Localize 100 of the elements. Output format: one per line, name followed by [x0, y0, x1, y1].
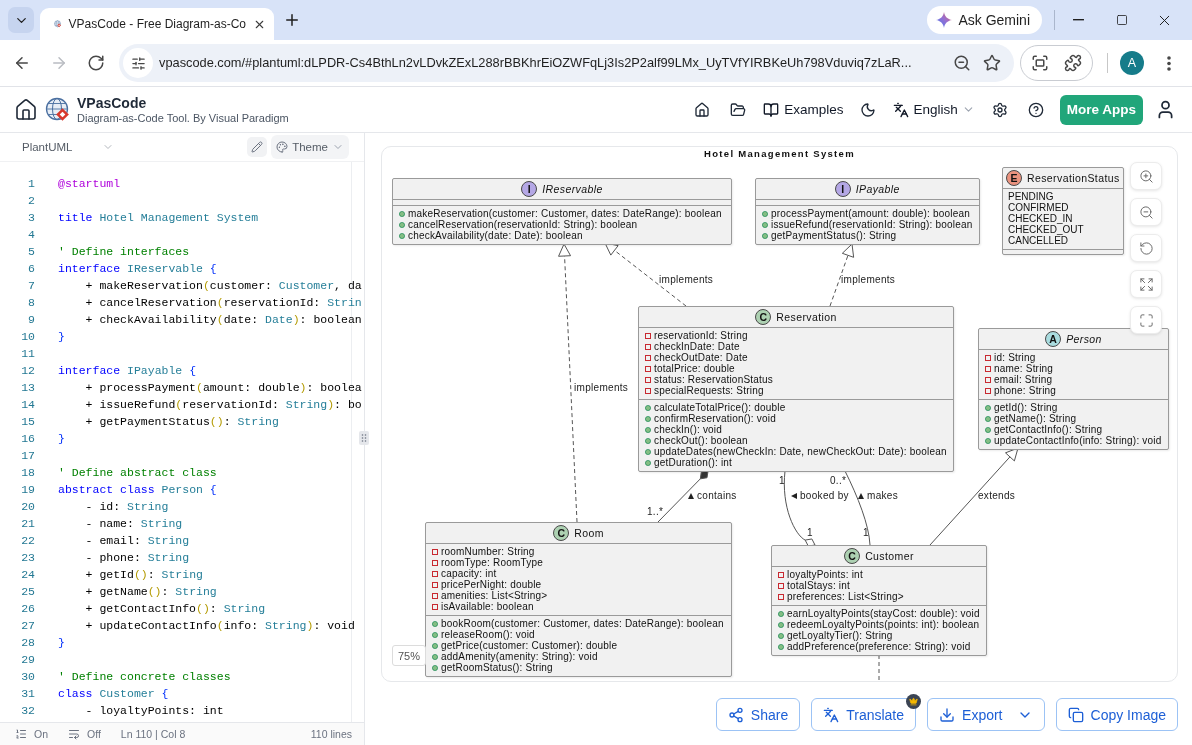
square-marker-icon: [985, 376, 991, 383]
zoom-out-button[interactable]: [1130, 198, 1162, 226]
download-icon: [939, 706, 956, 723]
code-line: ' Define concrete classes: [58, 670, 231, 683]
dot-marker-icon: [762, 232, 768, 239]
language-button[interactable]: English: [890, 95, 978, 124]
stereotype-badge: I: [521, 181, 538, 197]
class-member: updateDates(newCheckIn: Date, newCheckOut: Date): boolean: [654, 446, 947, 457]
square-marker-icon: [645, 354, 651, 361]
line-number: 8: [28, 296, 35, 309]
zoom-in-icon: [1138, 168, 1154, 184]
dot-marker-icon: [778, 632, 784, 639]
line-number: 26: [21, 602, 35, 615]
translate-icon: [893, 101, 910, 118]
stereotype-badge: C: [844, 548, 861, 564]
theme-button[interactable]: Theme: [271, 135, 349, 159]
palette-icon: [276, 141, 289, 153]
line-number: 32: [21, 704, 35, 717]
line-number: 4: [28, 228, 35, 241]
dot-marker-icon: [432, 664, 438, 671]
copy-image-button[interactable]: Copy Image: [1055, 698, 1178, 731]
line-number: 12: [21, 364, 35, 377]
grip-icon[interactable]: [359, 431, 369, 445]
square-marker-icon: [778, 571, 784, 578]
class-member: cancelReservation(reservationId: String): boolean: [408, 219, 638, 230]
dot-marker-icon: [985, 426, 991, 433]
settings-icon: [991, 101, 1008, 118]
code-line: ' Define interfaces: [58, 245, 190, 258]
edge-label: implements: [574, 382, 629, 394]
line-number: 9: [28, 313, 35, 326]
dot-marker-icon: [778, 643, 784, 650]
class-member: checkIn(): void: [654, 424, 723, 435]
sparkle-icon: [936, 12, 953, 28]
word-wrap-toggle[interactable]: Off: [68, 728, 101, 740]
class-member: checkOutDate: Date: [654, 352, 748, 363]
site-info-button[interactable]: [123, 48, 153, 78]
reload-icon: [87, 54, 105, 72]
fit-button[interactable]: [1130, 270, 1162, 298]
edge-label: contains: [697, 490, 737, 502]
code-line: - phone: String: [84, 551, 190, 564]
class-member: getLoyaltyTier(): String: [787, 630, 893, 641]
square-marker-icon: [645, 376, 651, 383]
square-marker-icon: [645, 343, 651, 350]
class-member: totalStays: int: [787, 580, 851, 591]
help-icon: [1027, 101, 1044, 118]
line-number: 25: [21, 585, 35, 598]
line-number: 14: [21, 398, 35, 411]
class-member: roomNumber: String: [441, 546, 535, 557]
browser-tab[interactable]: VPasCode - Free Diagram-as-Co: [40, 8, 274, 40]
edge-label: makes: [867, 490, 898, 502]
direction-arrow-icon: [688, 493, 694, 499]
line-number: 24: [21, 568, 35, 581]
line-number: 16: [21, 432, 35, 445]
code-line: + cancelReservation(reservationId: Strin: [84, 296, 362, 309]
class-member: addPreference(preference: String): void: [787, 641, 971, 652]
class-member: name: String: [994, 363, 1054, 374]
line-number: 2: [28, 194, 35, 207]
line-number: 31: [21, 687, 35, 700]
reset-button[interactable]: [1130, 234, 1162, 262]
square-marker-icon: [432, 592, 438, 599]
home-icon: [694, 101, 711, 118]
stereotype-badge: C: [755, 309, 772, 325]
class-member: addAmenity(amenity: String): void: [441, 651, 598, 662]
language-select[interactable]: PlantUML: [22, 136, 114, 158]
stereotype-badge: A: [1045, 331, 1062, 347]
line-numbers-toggle[interactable]: On: [15, 728, 48, 740]
dot-marker-icon: [432, 653, 438, 660]
class-member: confirmReservation(): void: [654, 413, 776, 424]
class-name: IReservable: [542, 183, 603, 195]
export-button[interactable]: Export: [927, 698, 1045, 731]
home-icon: [14, 97, 38, 122]
code-line: @startuml: [58, 177, 121, 190]
class-member: updateContactInfo(info: String): void: [994, 435, 1162, 446]
class-member: getName(): String: [994, 413, 1077, 424]
code-line: + makeReservation(customer: Customer, da: [84, 279, 362, 292]
folder-icon: [730, 101, 747, 118]
share-button[interactable]: Share: [715, 698, 801, 731]
tab-list-button[interactable]: [8, 7, 34, 33]
edit-button[interactable]: [247, 137, 268, 157]
dot-marker-icon: [645, 404, 651, 411]
address-field[interactable]: vpascode.com/#plantuml:dLPDR-Cs4BthLn2vLDvkZExL288rBBKhrEiOZWFqLj3Is2P2alf99LMx_UyTVfYIRBKeUh798Vduviq7zLaR...: [159, 54, 947, 72]
home-button[interactable]: [14, 97, 38, 122]
profile-button[interactable]: A: [1120, 51, 1144, 75]
zoom-in-button[interactable]: [1130, 162, 1162, 190]
line-number: 21: [21, 517, 35, 530]
app-tagline: Diagram-as-Code Tool. By Visual Paradigm: [77, 111, 289, 125]
class-member: email: String: [994, 374, 1053, 385]
class-member: calculateTotalPrice(): double: [654, 402, 786, 413]
enum-value: CHECKED_IN: [1007, 213, 1074, 224]
class-member: bookRoom(customer: Customer, dates: DateRange): boolean: [441, 618, 724, 629]
gemini-button[interactable]: Ask Gemini: [927, 6, 1042, 34]
square-marker-icon: [985, 387, 991, 394]
examples-button[interactable]: Examples: [760, 95, 847, 124]
more-apps-button[interactable]: More Apps: [1059, 94, 1143, 125]
square-marker-icon: [432, 581, 438, 588]
line-number: 17: [21, 449, 35, 462]
edge-label: implements: [659, 274, 714, 286]
class-member: getDuration(): int: [654, 457, 733, 468]
line-number: 18: [21, 466, 35, 479]
code-line: + getPaymentStatus(): String: [84, 415, 279, 428]
